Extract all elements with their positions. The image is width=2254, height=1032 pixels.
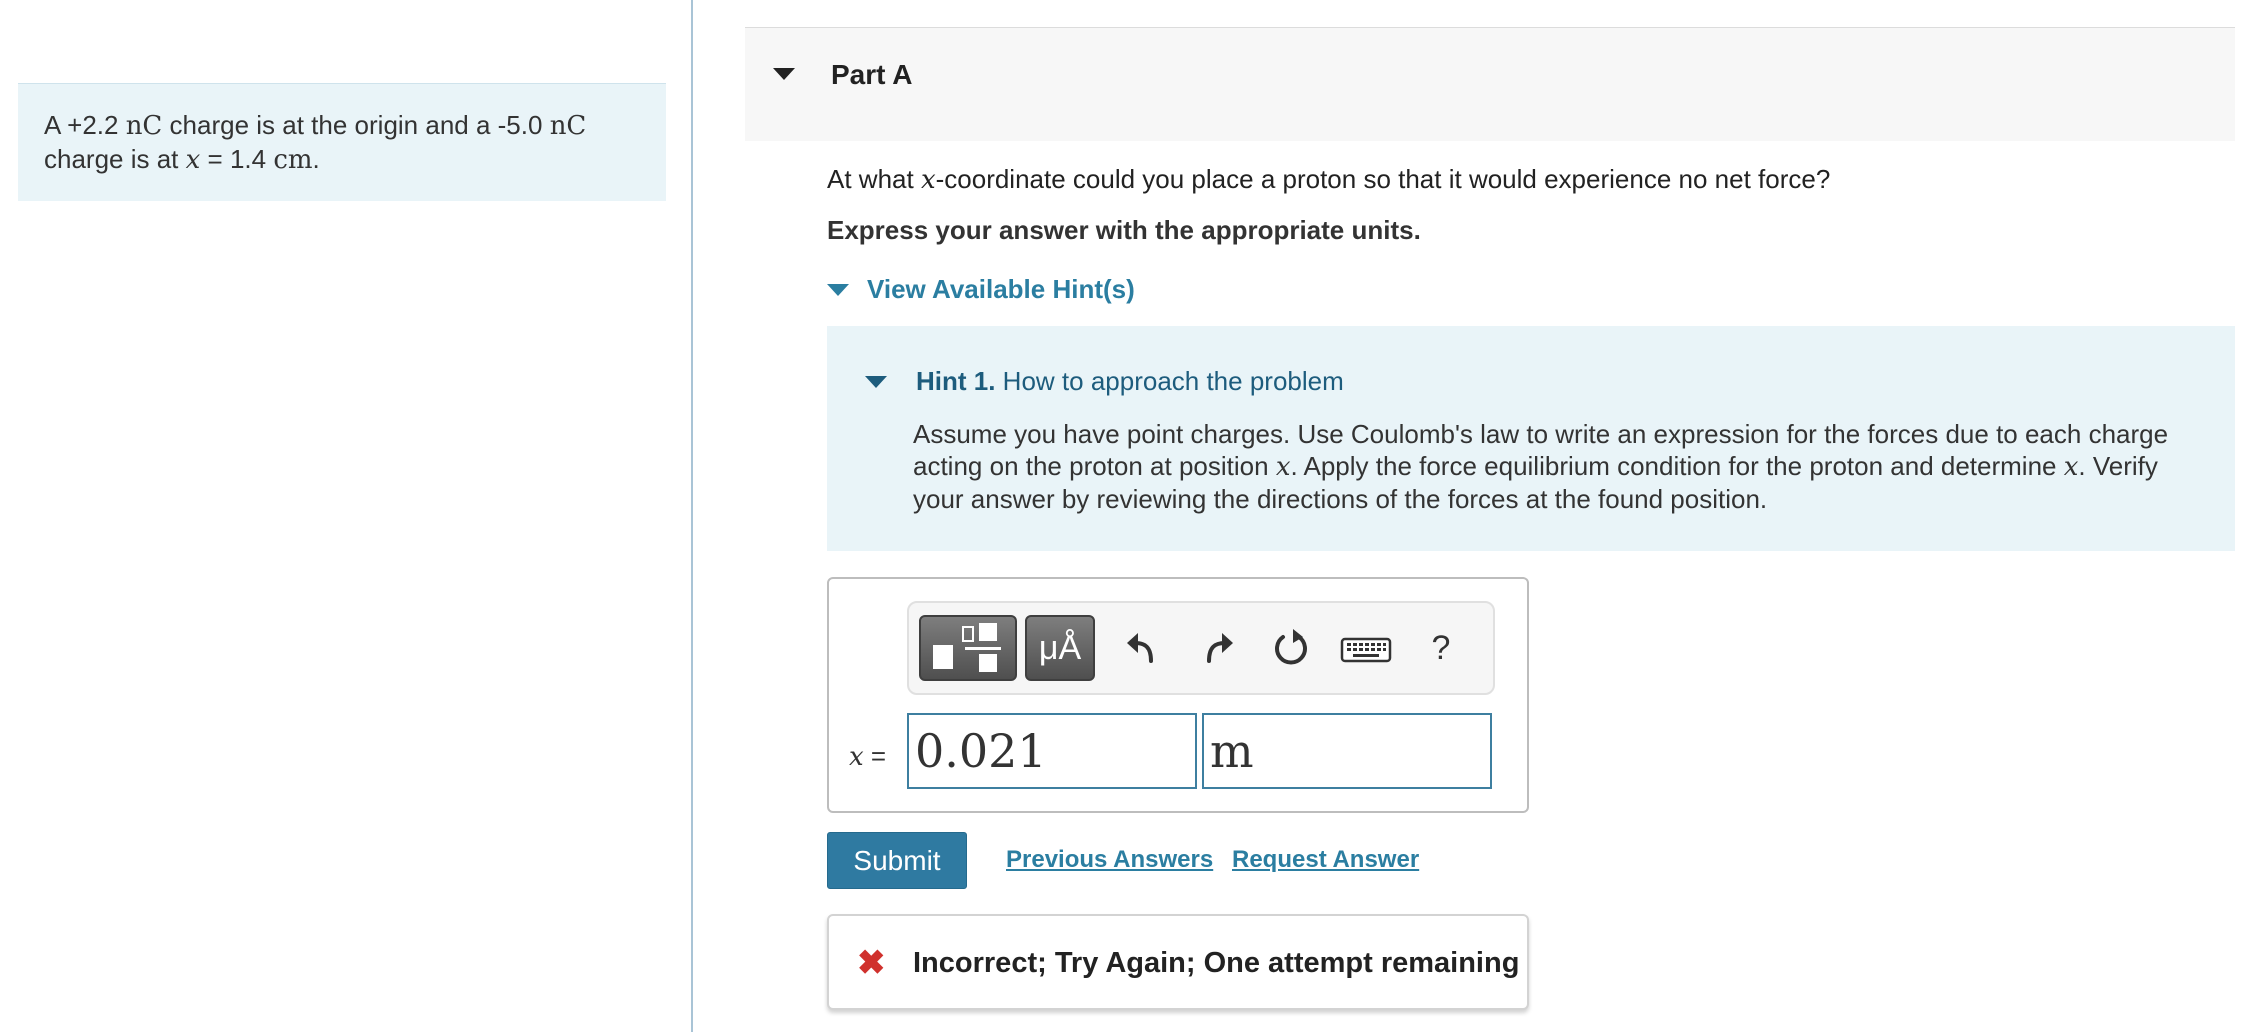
feedback-message: Incorrect; Try Again; One attempt remain… — [913, 947, 1520, 979]
templates-icon — [933, 623, 1001, 672]
charge2-unit: nC — [549, 111, 587, 141]
redo-icon[interactable] — [1195, 625, 1239, 671]
hint1-body: Assume you have point charges. Use Coulo… — [913, 418, 2203, 515]
keyboard-icon[interactable] — [1339, 625, 1393, 671]
hints-caret-icon[interactable] — [827, 283, 849, 296]
part-header[interactable]: Part A — [745, 27, 2235, 141]
hint1-body-part2: . Apply the force equilibrium condition … — [1290, 451, 2064, 481]
previous-answers-link[interactable]: Previous Answers — [1006, 846, 1213, 874]
position-variable: x — [185, 145, 201, 175]
problem-statement: A +2.2 nC charge is at the origin and a … — [18, 83, 666, 201]
hint1-var1: x — [1275, 452, 1291, 482]
question-text: At what x-coordinate could you place a p… — [827, 164, 1830, 195]
request-answer-link[interactable]: Request Answer — [1232, 846, 1419, 874]
question-pane: Part A At what x-coordinate could you pl… — [695, 0, 2254, 1032]
hint1-caret-icon[interactable] — [865, 376, 887, 388]
view-hints-label[interactable]: View Available Hint(s) — [867, 274, 1135, 305]
position-equation: = 1.4 — [200, 144, 274, 174]
hint1-title[interactable]: Hint 1. How to approach the problem — [916, 366, 1344, 397]
problem-line2-end: . — [312, 144, 320, 174]
reset-icon[interactable] — [1269, 625, 1313, 671]
view-hints-toggle[interactable]: View Available Hint(s) — [827, 274, 1135, 305]
error-x-icon: ✖ — [857, 944, 886, 982]
position-unit: cm — [273, 145, 313, 175]
answer-variable-label: x = — [849, 741, 886, 772]
question-prefix: At what — [827, 164, 921, 194]
problem-text-prefix: A +2.2 — [44, 110, 126, 140]
hint1-title-text: How to approach the problem — [995, 366, 1344, 396]
templates-button[interactable] — [919, 615, 1017, 681]
answer-variable: x — [849, 742, 864, 772]
answer-equals: = — [863, 741, 887, 771]
collapse-caret-icon[interactable] — [773, 68, 795, 80]
math-toolbar: μÅ ? — [907, 601, 1495, 695]
help-icon[interactable]: ? — [1419, 625, 1463, 671]
answer-instructions: Express your answer with the appropriate… — [827, 215, 1421, 245]
answer-unit-input[interactable] — [1202, 713, 1492, 789]
question-variable: x — [920, 165, 936, 195]
hint1-label: Hint 1. — [916, 366, 996, 396]
submit-button[interactable]: Submit — [827, 832, 967, 889]
question-suffix: -coordinate could you place a proton so … — [935, 164, 1831, 194]
undo-icon[interactable] — [1121, 625, 1165, 671]
feedback-box: ✖ Incorrect; Try Again; One attempt rema… — [827, 914, 1529, 1010]
problem-text-middle: charge is at the origin and a -5.0 — [162, 110, 550, 140]
units-button[interactable]: μÅ — [1025, 615, 1095, 681]
hint1-var2: x — [2063, 452, 2079, 482]
problem-pane: A +2.2 nC charge is at the origin and a … — [0, 0, 693, 1032]
charge1-unit: nC — [125, 111, 163, 141]
hint-panel: Hint 1. How to approach the problem Assu… — [827, 326, 2235, 551]
answer-box: μÅ ? x = 0.021 m — [827, 577, 1529, 813]
problem-line2-prefix: charge is at — [44, 144, 186, 174]
answer-value-input[interactable] — [907, 713, 1197, 789]
part-title: Part A — [831, 59, 913, 90]
